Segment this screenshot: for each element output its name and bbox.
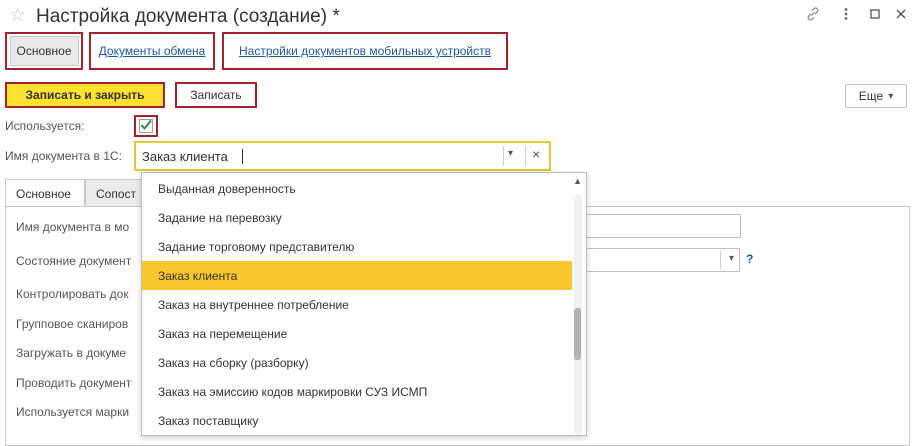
panel-row-label: Групповое сканиров <box>16 317 129 331</box>
nav-main[interactable]: Основное <box>9 36 79 66</box>
nav-mobile-settings[interactable]: Настройки документов мобильных устройств <box>233 38 497 64</box>
nav-exchange-documents[interactable]: Документы обмена <box>93 38 212 64</box>
more-button-label: Еще <box>858 89 884 103</box>
more-button[interactable]: Еще ▾ <box>845 84 907 108</box>
list-item[interactable]: Выданная доверенность <box>142 174 572 203</box>
text-cursor <box>242 149 243 164</box>
panel-row-label: Состояние документ <box>16 254 132 268</box>
link-icon[interactable] <box>805 6 821 22</box>
tab-main[interactable]: Основное <box>5 179 85 207</box>
mobile-doc-name-input[interactable] <box>580 214 741 238</box>
panel-row-label: Контролировать док <box>16 287 129 301</box>
favorite-star-icon[interactable]: ☆ <box>9 4 26 28</box>
help-icon[interactable]: ? <box>746 252 753 266</box>
close-icon[interactable] <box>893 6 909 22</box>
doc-name-value[interactable]: Заказ клиента <box>142 149 228 164</box>
list-item[interactable]: Заказ поставщику <box>142 406 572 435</box>
list-item[interactable]: Заказ на внутреннее потребление <box>142 290 572 319</box>
scrollbar-thumb[interactable] <box>574 308 581 360</box>
scroll-up-icon[interactable]: ▲ <box>573 176 582 186</box>
page-title: Настройка документа (создание) * <box>36 6 340 27</box>
doc-name-combobox[interactable]: Заказ клиента ▾ × <box>134 141 551 171</box>
doc-state-select[interactable]: ▾ <box>580 248 740 272</box>
list-item[interactable]: Задание торговому представителю <box>142 232 572 261</box>
list-item[interactable]: Задание на перевозку <box>142 203 572 232</box>
combo-separator <box>503 146 504 166</box>
doc-name-label: Имя документа в 1С: <box>5 149 122 163</box>
nav-exchange-frame: Документы обмена <box>89 32 215 70</box>
dropdown-arrow-icon[interactable]: ▾ <box>508 148 513 159</box>
more-vertical-icon[interactable] <box>838 6 854 22</box>
panel-row-label: Имя документа в мо <box>16 220 130 234</box>
check-icon <box>140 119 152 131</box>
maximize-icon[interactable] <box>867 6 883 22</box>
used-label: Используется: <box>5 119 85 133</box>
save-and-close-button[interactable]: Записать и закрыть <box>5 82 165 108</box>
panel-row-label: Проводить документ <box>16 376 132 390</box>
tab-mapping[interactable]: Сопост <box>85 179 143 207</box>
list-item-selected[interactable]: Заказ клиента <box>142 261 572 290</box>
chevron-down-icon[interactable]: ▾ <box>729 253 734 264</box>
nav-main-frame: Основное <box>5 32 83 70</box>
used-checkbox[interactable] <box>139 119 153 133</box>
combo-separator <box>525 146 526 166</box>
list-item[interactable]: Заказ на эмиссию кодов маркировки СУЗ ИС… <box>142 377 572 406</box>
clear-icon[interactable]: × <box>532 146 540 162</box>
panel-row-label: Используется марки <box>16 405 130 419</box>
used-checkbox-frame <box>134 115 158 137</box>
list-item[interactable]: Заказ на перемещение <box>142 319 572 348</box>
list-item[interactable]: Заказ на сборку (разборку) <box>142 348 572 377</box>
save-button[interactable]: Записать <box>175 82 257 108</box>
doc-name-dropdown-list: Выданная доверенность Задание на перевоз… <box>141 172 587 436</box>
panel-row-label: Загружать в докуме <box>16 346 127 360</box>
select-separator <box>720 251 721 269</box>
chevron-down-icon: ▾ <box>888 90 894 102</box>
nav-mobile-frame: Настройки документов мобильных устройств <box>222 32 508 70</box>
